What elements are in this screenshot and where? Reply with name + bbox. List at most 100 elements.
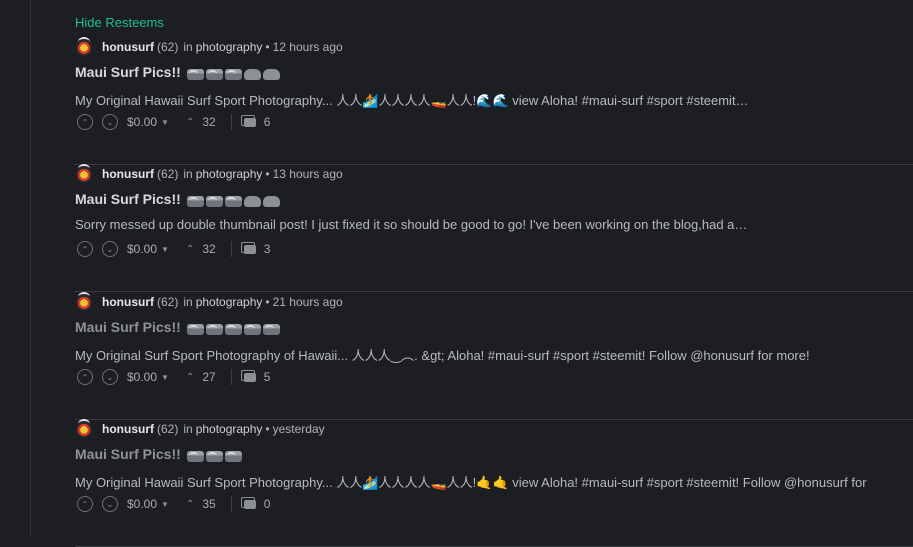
chevron-up-icon: ⌃: [185, 243, 195, 255]
comment-count: 0: [263, 497, 271, 511]
downvote-button[interactable]: ⌄: [102, 114, 118, 130]
avatar[interactable]: [75, 164, 93, 183]
post-time[interactable]: 12 hours ago: [273, 40, 343, 54]
wave-icon: [205, 69, 223, 81]
post-actions: ⌃ ⌄ $0.00 ▼ ⌃ 27 5: [75, 368, 270, 386]
comments-link[interactable]: 3: [240, 241, 270, 256]
author-reputation: (62): [157, 167, 179, 181]
divider: [230, 369, 232, 385]
downvote-button[interactable]: ⌄: [102, 496, 118, 512]
comments-link[interactable]: 6: [240, 114, 270, 129]
author-link[interactable]: honusurf: [102, 40, 154, 54]
post-title-text: Maui Surf Pics!!: [75, 446, 181, 462]
vote-count: 32: [202, 115, 216, 129]
post-item: honusurf (62) in photography • yesterday…: [75, 419, 913, 547]
post-title-link[interactable]: Maui Surf Pics!!: [75, 64, 282, 81]
wave-icon: [205, 196, 223, 208]
in-label: in: [183, 422, 193, 436]
payout-value[interactable]: $0.00: [127, 115, 157, 129]
upvote-button[interactable]: ⌃: [77, 369, 93, 385]
wave-icon: [186, 69, 204, 81]
voters-count[interactable]: ⌃ 27: [186, 370, 216, 384]
chevron-up-icon: ⌃: [185, 498, 195, 510]
author-link[interactable]: honusurf: [102, 422, 154, 436]
payout-value[interactable]: $0.00: [127, 242, 157, 256]
title-emoji-row: [186, 322, 282, 336]
avatar[interactable]: [75, 37, 93, 56]
chevron-down-icon[interactable]: ▼: [161, 500, 169, 509]
voters-count[interactable]: ⌃ 32: [186, 242, 216, 256]
wave-icon: [205, 324, 223, 336]
avatar[interactable]: [75, 292, 93, 311]
shaka-icon: [262, 69, 280, 81]
left-rail-divider: [30, 0, 31, 536]
upvote-button[interactable]: ⌃: [77, 496, 93, 512]
category-link[interactable]: photography: [196, 422, 263, 436]
author-reputation: (62): [157, 295, 179, 309]
post-meta: honusurf (62) in photography • 21 hours …: [75, 292, 343, 311]
hide-resteems-link[interactable]: Hide Resteems: [75, 15, 164, 30]
comment-count: 5: [263, 370, 271, 384]
category-link[interactable]: photography: [196, 167, 263, 181]
payout-value[interactable]: $0.00: [127, 370, 157, 384]
title-emoji-row: [186, 67, 282, 81]
post-item: honusurf (62) in photography • 12 hours …: [75, 37, 913, 165]
post-title-text: Maui Surf Pics!!: [75, 319, 181, 335]
shaka-icon: [262, 196, 280, 208]
post-meta: honusurf (62) in photography • 12 hours …: [75, 37, 343, 56]
wave-icon: [186, 324, 204, 336]
chevron-down-icon[interactable]: ▼: [161, 245, 169, 254]
post-meta: honusurf (62) in photography • yesterday: [75, 419, 325, 438]
category-link[interactable]: photography: [196, 40, 263, 54]
wave-icon: [186, 451, 204, 463]
author-link[interactable]: honusurf: [102, 295, 154, 309]
post-divider: [75, 291, 913, 292]
post-title-link[interactable]: Maui Surf Pics!!: [75, 319, 282, 336]
post-time[interactable]: yesterday: [273, 422, 325, 436]
divider: [230, 496, 232, 512]
upvote-button[interactable]: ⌃: [77, 114, 93, 130]
wave-icon: [186, 196, 204, 208]
downvote-button[interactable]: ⌄: [102, 369, 118, 385]
author-link[interactable]: honusurf: [102, 167, 154, 181]
author-reputation: (62): [157, 422, 179, 436]
wave-icon: [205, 451, 223, 463]
comment-icon: [240, 496, 256, 509]
comments-link[interactable]: 0: [240, 496, 271, 511]
post-excerpt[interactable]: My Original Hawaii Surf Sport Photograph…: [75, 90, 913, 109]
chevron-down-icon[interactable]: ▼: [161, 118, 169, 127]
meta-separator: •: [265, 40, 270, 54]
chevron-down-icon[interactable]: ▼: [161, 373, 169, 382]
wave-icon: [224, 69, 242, 81]
post-meta: honusurf (62) in photography • 13 hours …: [75, 164, 343, 183]
payout-value[interactable]: $0.00: [127, 497, 157, 511]
meta-separator: •: [265, 167, 270, 181]
vote-count: 27: [202, 370, 216, 384]
voters-count[interactable]: ⌃ 35: [186, 497, 216, 511]
wave-icon: [224, 324, 242, 336]
post-excerpt[interactable]: Sorry messed up double thumbnail post! I…: [75, 217, 913, 232]
post-item: honusurf (62) in photography • 21 hours …: [75, 292, 913, 420]
comments-link[interactable]: 5: [240, 369, 271, 384]
post-actions: ⌃ ⌄ $0.00 ▼ ⌃ 32 6: [75, 113, 270, 131]
wave-icon: [243, 324, 261, 336]
shaka-icon: [243, 196, 261, 208]
title-emoji-row: [186, 194, 282, 208]
post-time[interactable]: 21 hours ago: [273, 295, 343, 309]
in-label: in: [183, 295, 193, 309]
upvote-button[interactable]: ⌃: [77, 241, 93, 257]
wave-icon: [224, 196, 242, 208]
post-title-link[interactable]: Maui Surf Pics!!: [75, 191, 282, 208]
post-excerpt[interactable]: My Original Hawaii Surf Sport Photograph…: [75, 472, 913, 491]
voters-count[interactable]: ⌃ 32: [186, 115, 216, 129]
vote-count: 32: [202, 242, 216, 256]
meta-separator: •: [265, 295, 270, 309]
avatar[interactable]: [75, 419, 93, 438]
meta-separator: •: [265, 422, 270, 436]
in-label: in: [183, 40, 193, 54]
category-link[interactable]: photography: [196, 295, 263, 309]
post-time[interactable]: 13 hours ago: [273, 167, 343, 181]
downvote-button[interactable]: ⌄: [102, 241, 118, 257]
post-excerpt[interactable]: My Original Surf Sport Photography of Ha…: [75, 345, 913, 364]
post-title-link[interactable]: Maui Surf Pics!!: [75, 446, 244, 463]
